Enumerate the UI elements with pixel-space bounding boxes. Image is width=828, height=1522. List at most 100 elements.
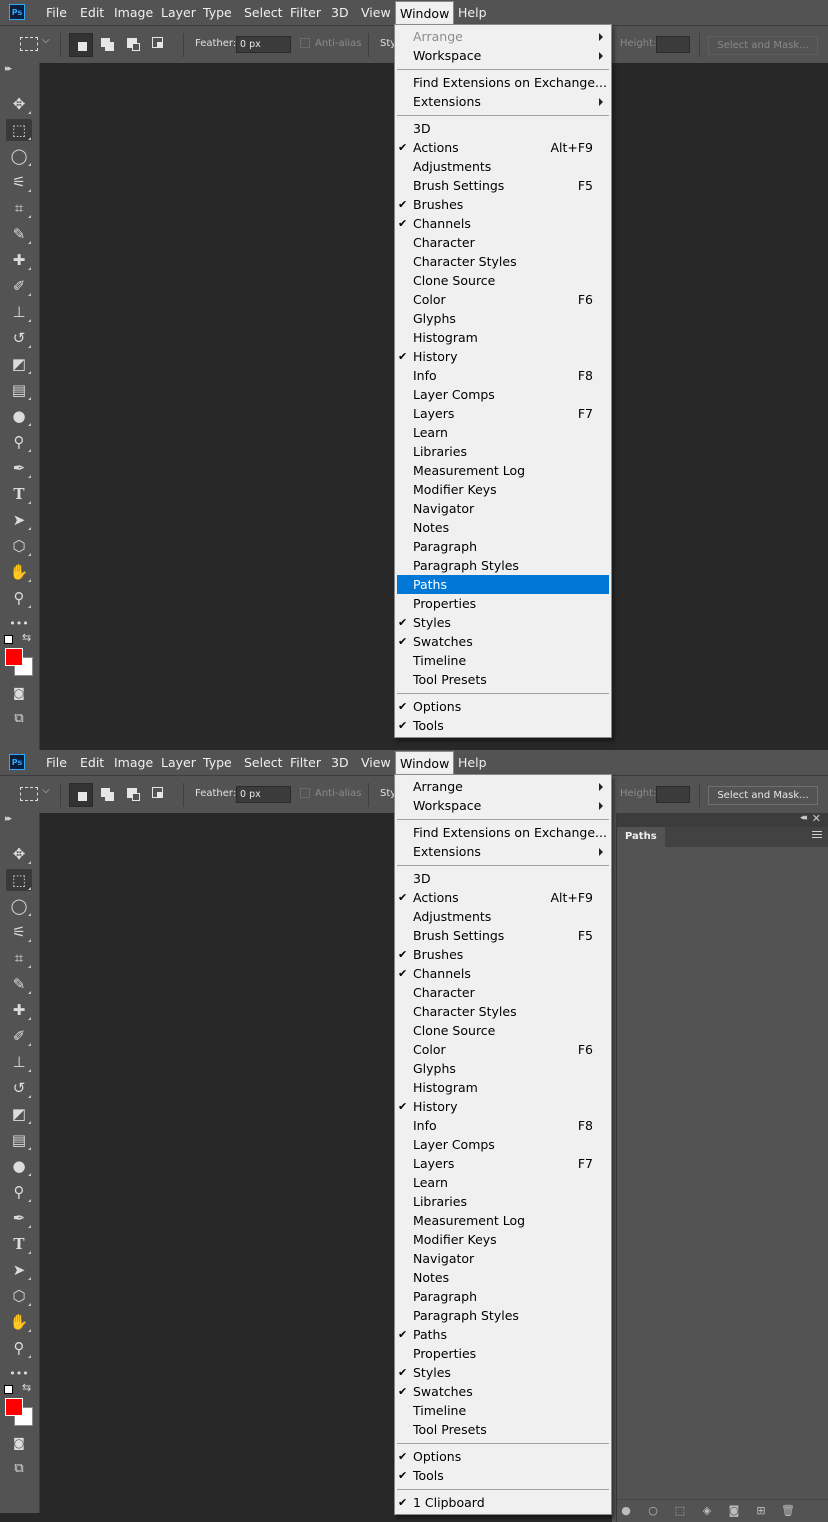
- menu-item-notes[interactable]: Notes: [395, 1268, 611, 1287]
- magic-wand-tool-icon[interactable]: ⚟: [6, 921, 32, 943]
- screen-mode-icon[interactable]: ⧉: [6, 1458, 32, 1480]
- chevron-down-icon[interactable]: ⌵: [42, 35, 50, 46]
- anti-alias-checkbox[interactable]: [300, 38, 310, 48]
- menu-item-histogram[interactable]: Histogram: [395, 328, 611, 347]
- fill-path-icon[interactable]: ●: [619, 1504, 633, 1518]
- foreground-color-swatch[interactable]: [5, 1398, 23, 1416]
- menu-item-workspace[interactable]: Workspace: [395, 796, 611, 815]
- history-brush-tool-icon[interactable]: ↺: [6, 327, 32, 349]
- chevron-down-icon[interactable]: ⌵: [42, 785, 50, 796]
- close-panel-icon[interactable]: ✕: [812, 812, 821, 825]
- menu-item-layers[interactable]: Layers F7: [395, 404, 611, 423]
- menu-item-paragraph[interactable]: Paragraph: [395, 537, 611, 556]
- menu-file[interactable]: File: [46, 0, 67, 25]
- menu-file[interactable]: File: [46, 750, 67, 775]
- add-to-selection-button[interactable]: [96, 783, 120, 807]
- menu-item-actions[interactable]: ✔ Actions Alt+F9: [395, 138, 611, 157]
- menu-item-properties[interactable]: Properties: [395, 1344, 611, 1363]
- menu-item-libraries[interactable]: Libraries: [395, 442, 611, 461]
- menu-item-extensions[interactable]: Extensions: [395, 92, 611, 111]
- select-and-mask-button[interactable]: Select and Mask...: [708, 786, 818, 805]
- move-tool-icon[interactable]: ✥: [6, 843, 32, 865]
- subtract-from-selection-button[interactable]: [122, 33, 146, 57]
- menu-item-tools[interactable]: ✔ Tools: [395, 1466, 611, 1485]
- add-mask-icon[interactable]: ◙: [727, 1504, 741, 1518]
- menu-window[interactable]: Window: [395, 751, 455, 775]
- menu-item-modifier-keys[interactable]: Modifier Keys: [395, 1230, 611, 1249]
- menu-item-measurement-log[interactable]: Measurement Log: [395, 1211, 611, 1230]
- panel-menu-icon[interactable]: [812, 831, 822, 840]
- clone-stamp-tool-icon[interactable]: ⊥: [6, 301, 32, 323]
- quick-mask-icon[interactable]: ◙: [6, 682, 32, 704]
- menu-item-layers[interactable]: Layers F7: [395, 1154, 611, 1173]
- menu-view[interactable]: View: [361, 0, 391, 25]
- menu-item-workspace[interactable]: Workspace: [395, 46, 611, 65]
- menu-item-brush-settings[interactable]: Brush Settings F5: [395, 926, 611, 945]
- eraser-tool-icon[interactable]: ◩: [6, 1103, 32, 1125]
- menu-item-timeline[interactable]: Timeline: [395, 1401, 611, 1420]
- delete-path-icon[interactable]: 🗑: [781, 1504, 795, 1518]
- dodge-tool-icon[interactable]: ⚲: [6, 431, 32, 453]
- new-selection-button[interactable]: [69, 783, 93, 807]
- menu-item-info[interactable]: Info F8: [395, 366, 611, 385]
- magic-wand-tool-icon[interactable]: ⚟: [6, 171, 32, 193]
- feather-input[interactable]: 0 px: [236, 36, 291, 53]
- marquee-preset-icon[interactable]: [20, 787, 38, 801]
- menu-select[interactable]: Select: [244, 0, 283, 25]
- menu-item-styles[interactable]: ✔ Styles: [395, 613, 611, 632]
- height-input[interactable]: [656, 786, 690, 803]
- select-and-mask-button[interactable]: Select and Mask...: [708, 36, 818, 55]
- menu-item-learn[interactable]: Learn: [395, 1173, 611, 1192]
- collapse-toolbar-icon[interactable]: ▸▸: [5, 814, 12, 824]
- brush-tool-icon[interactable]: ✐: [6, 275, 32, 297]
- menu-item-measurement-log[interactable]: Measurement Log: [395, 461, 611, 480]
- menu-item-timeline[interactable]: Timeline: [395, 651, 611, 670]
- menu-item-channels[interactable]: ✔ Channels: [395, 214, 611, 233]
- menu-item-paragraph[interactable]: Paragraph: [395, 1287, 611, 1306]
- menu-item-tools[interactable]: ✔ Tools: [395, 716, 611, 735]
- swap-colors-icon[interactable]: ⇆: [22, 631, 31, 644]
- menu-filter[interactable]: Filter: [290, 750, 321, 775]
- menu-item-character-styles[interactable]: Character Styles: [395, 252, 611, 271]
- collapse-panel-icon[interactable]: ◂◂: [800, 813, 807, 823]
- shape-tool-icon[interactable]: ⬡: [6, 1285, 32, 1307]
- type-tool-icon[interactable]: T: [6, 1233, 32, 1255]
- menu-item-clone-source[interactable]: Clone Source: [395, 1021, 611, 1040]
- menu-filter[interactable]: Filter: [290, 0, 321, 25]
- marquee-preset-icon[interactable]: [20, 37, 38, 51]
- menu-item-notes[interactable]: Notes: [395, 518, 611, 537]
- menu-item-extensions[interactable]: Extensions: [395, 842, 611, 861]
- menu-item-navigator[interactable]: Navigator: [395, 1249, 611, 1268]
- feather-input[interactable]: 0 px: [236, 786, 291, 803]
- rectangular-marquee-tool-icon[interactable]: ⬚: [6, 119, 32, 141]
- zoom-tool-icon[interactable]: ⚲: [6, 1337, 32, 1359]
- menu-image[interactable]: Image: [114, 750, 153, 775]
- dodge-tool-icon[interactable]: ⚲: [6, 1181, 32, 1203]
- new-selection-button[interactable]: [69, 33, 93, 57]
- menu-item-glyphs[interactable]: Glyphs: [395, 1059, 611, 1078]
- menu-item-info[interactable]: Info F8: [395, 1116, 611, 1135]
- healing-brush-tool-icon[interactable]: ✚: [6, 249, 32, 271]
- menu-item-brush-settings[interactable]: Brush Settings F5: [395, 176, 611, 195]
- eraser-tool-icon[interactable]: ◩: [6, 353, 32, 375]
- hand-tool-icon[interactable]: ✋: [6, 1311, 32, 1333]
- lasso-tool-icon[interactable]: ◯: [6, 895, 32, 917]
- menu-item-character[interactable]: Character: [395, 983, 611, 1002]
- menu-item-color[interactable]: Color F6: [395, 1040, 611, 1059]
- default-colors-icon[interactable]: [4, 635, 13, 644]
- menu-item-find-extensions-on-exchange[interactable]: Find Extensions on Exchange...: [395, 73, 611, 92]
- stroke-path-icon[interactable]: ○: [646, 1504, 660, 1518]
- collapse-toolbar-icon[interactable]: ▸▸: [5, 64, 12, 74]
- tab-paths[interactable]: Paths: [617, 827, 665, 847]
- menu-3d[interactable]: 3D: [331, 750, 349, 775]
- swap-colors-icon[interactable]: ⇆: [22, 1381, 31, 1394]
- menu-item-properties[interactable]: Properties: [395, 594, 611, 613]
- menu-item-swatches[interactable]: ✔ Swatches: [395, 1382, 611, 1401]
- blur-tool-icon[interactable]: ●: [6, 405, 32, 427]
- menu-type[interactable]: Type: [203, 750, 232, 775]
- menu-item-brushes[interactable]: ✔ Brushes: [395, 195, 611, 214]
- hand-tool-icon[interactable]: ✋: [6, 561, 32, 583]
- shape-tool-icon[interactable]: ⬡: [6, 535, 32, 557]
- intersect-selection-button[interactable]: [148, 33, 172, 57]
- menu-item-layer-comps[interactable]: Layer Comps: [395, 1135, 611, 1154]
